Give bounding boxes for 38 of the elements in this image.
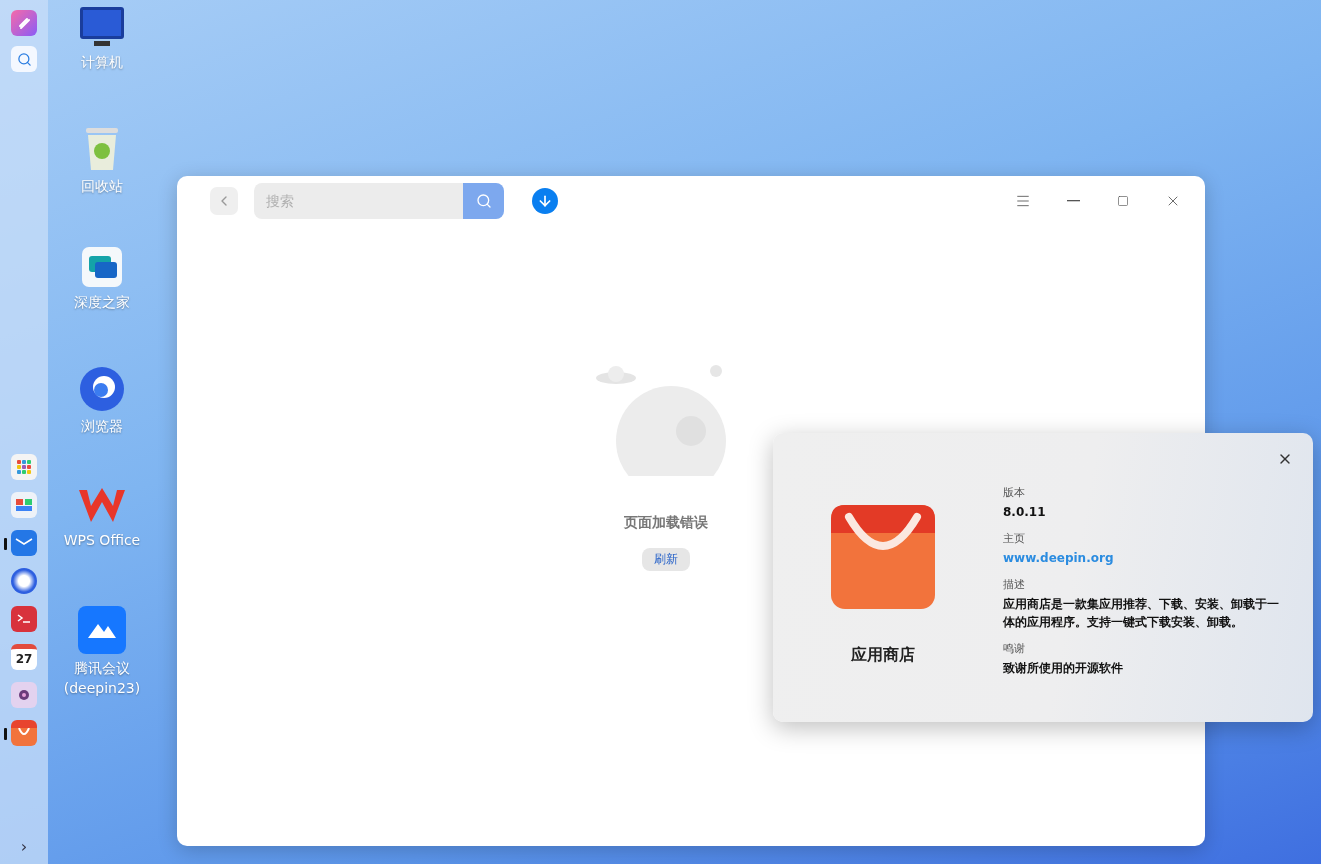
field-label: 描述 — [1003, 577, 1026, 592]
field-value: 8.0.11 — [1003, 504, 1047, 521]
search-field[interactable]: 搜索 — [254, 183, 463, 219]
shopping-bag-icon[interactable] — [11, 719, 37, 746]
shopping-bag-icon — [831, 505, 935, 609]
icon-label: 回收站 — [81, 177, 123, 196]
search-icon — [475, 193, 492, 209]
multitask-icon[interactable] — [11, 491, 37, 518]
field-value: 致谢所使用的开源软件 — [1003, 660, 1124, 677]
minimize-icon — [1066, 200, 1080, 202]
menu-icon — [1015, 193, 1031, 209]
icon-label: WPS Office — [63, 531, 141, 550]
field-label: 鸣谢 — [1003, 641, 1026, 656]
field-label: 版本 — [1003, 485, 1026, 500]
field-value: 应用商店是一款集应用推荐、下载、安装、卸载于一体的应用程序。支持一键式下载安装、卸载。 — [1003, 596, 1280, 631]
meeting-app-icon[interactable] — [78, 606, 126, 654]
arrow-down-icon — [537, 193, 553, 209]
search-icon[interactable] — [11, 46, 37, 72]
icon-label: 计算机 — [81, 53, 123, 72]
icon-label: 深度之家 — [74, 293, 130, 312]
chat-bubble-icon[interactable] — [81, 246, 123, 288]
browser-icon[interactable] — [11, 567, 37, 594]
browser-icon[interactable] — [79, 366, 125, 412]
refresh-button[interactable]: 刷新 — [642, 548, 690, 571]
field-label: 主页 — [1003, 531, 1026, 546]
error-message: 页面加载错误 — [624, 514, 708, 532]
app-grid-icon[interactable] — [11, 453, 37, 480]
terminal-icon[interactable] — [11, 605, 37, 632]
maximize-icon — [1117, 195, 1129, 207]
camera-icon[interactable] — [11, 681, 37, 708]
monitor-icon[interactable] — [79, 6, 125, 48]
app-name: 应用商店 — [851, 645, 915, 666]
search-button[interactable] — [463, 183, 504, 219]
icon-label: 浏览器 — [81, 417, 123, 436]
expand-arrow[interactable]: › — [20, 837, 28, 856]
calendar-icon[interactable]: 27 — [11, 643, 37, 670]
icon-label: 腾讯会议 (deepin23) — [63, 659, 141, 698]
download-button[interactable] — [532, 188, 558, 214]
